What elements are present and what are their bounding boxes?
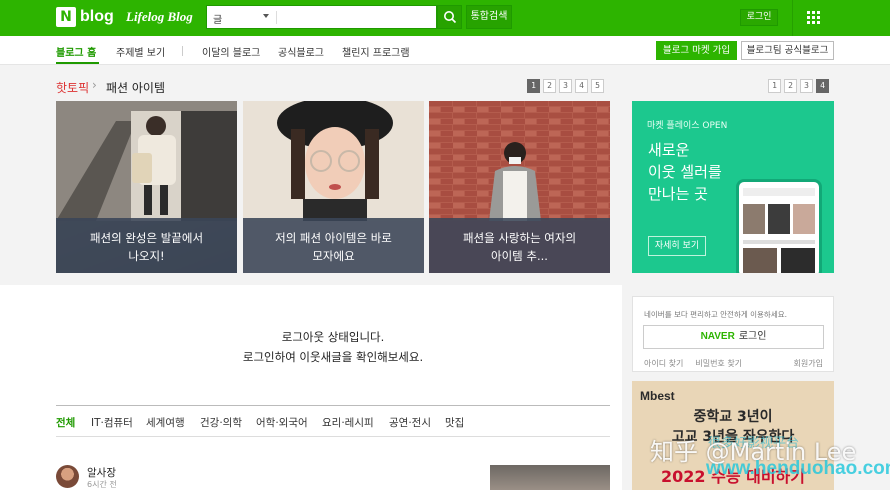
card-photo [429, 101, 610, 221]
login-button[interactable]: 로그인 [740, 9, 778, 26]
mbest-headline-line: 중학교 3년이 [693, 409, 773, 425]
total-search-button[interactable]: 통합검색 [466, 5, 512, 29]
hot-topic-card[interactable]: 저의 패션 아이템은 바로 모자에요 [243, 101, 424, 273]
logout-message-line: 로그아웃 상태입니다. [281, 330, 385, 344]
category-tab-show[interactable]: 공연·전시 [389, 415, 431, 430]
post-thumbnail[interactable] [490, 465, 610, 490]
naver-blog-logo[interactable]: N blog [56, 7, 114, 27]
ad-small-text: 마켓 플레이스 OPEN [647, 121, 728, 131]
post-author[interactable]: 알사장 [87, 465, 116, 480]
naver-login-label: 로그인 [738, 331, 767, 342]
ad-headline-line: 만나는 곳 [648, 185, 708, 203]
page-button[interactable]: 2 [543, 79, 556, 93]
ad-pager: 1 2 3 4 [768, 79, 832, 93]
caption-line: 나오지! [128, 249, 165, 263]
page-button[interactable]: 2 [784, 79, 797, 93]
search-input[interactable] [281, 8, 431, 26]
category-divider [56, 405, 610, 406]
chevron-right-icon: › [92, 78, 97, 92]
category-tab-food[interactable]: 맛집 [445, 415, 464, 430]
market-ad-banner[interactable]: 마켓 플레이스 OPEN 새로운 이웃 셀러를 만나는 곳 자세히 보기 [632, 101, 834, 273]
mbest-brand: Mbest [640, 389, 675, 403]
category-tab-all[interactable]: 전체 [56, 415, 75, 430]
nav-blog-home[interactable]: 블로그 홈 [56, 44, 96, 59]
page-button[interactable]: 4 [575, 79, 588, 93]
caption-line: 패션을 사랑하는 여자의 [462, 231, 577, 245]
phone-illustration [736, 179, 822, 273]
search-icon [444, 11, 457, 24]
ad-headline-line: 새로운 [648, 141, 690, 159]
ad-detail-button[interactable]: 자세히 보기 [648, 236, 706, 256]
chevron-down-icon[interactable] [263, 14, 269, 18]
card-photo [243, 101, 424, 221]
card-photo [56, 101, 237, 221]
logout-message: 로그아웃 상태입니다. 로그인하여 이웃새글을 확인해보세요. [0, 327, 666, 367]
page-button[interactable]: 1 [527, 79, 540, 93]
nav-official-blog[interactable]: 공식블로그 [278, 44, 324, 59]
ad-headline-line: 이웃 셀러를 [648, 163, 722, 181]
avatar[interactable] [56, 465, 79, 488]
nav-active-underline [56, 62, 99, 64]
caption-line: 패션의 완성은 발끝에서 [89, 231, 204, 245]
market-join-button[interactable]: 블로그 마켓 가입 [656, 41, 737, 60]
page-button[interactable]: 3 [800, 79, 813, 93]
header-divider [792, 0, 793, 36]
post-time: 6시간 전 [87, 480, 117, 489]
category-divider [56, 436, 610, 437]
category-tab-it[interactable]: IT·컴퓨터 [91, 415, 133, 430]
join-link[interactable]: 회원가입 [794, 358, 823, 369]
official-blog-button[interactable]: 블로그팀 공식블로그 [741, 41, 834, 60]
login-description: 네이버를 보다 편리하고 안전하게 이용하세요. [644, 310, 788, 319]
page-button[interactable]: 5 [591, 79, 604, 93]
naver-logo: NAVER [700, 331, 735, 342]
login-panel: 네이버를 보다 편리하고 안전하게 이용하세요. NAVER 로그인 아이디 찾기… [632, 296, 834, 372]
nav-divider [182, 46, 183, 56]
naver-n-icon: N [56, 7, 76, 27]
search-button[interactable] [437, 5, 462, 29]
category-tab-health[interactable]: 건강·의학 [200, 415, 242, 430]
ad-headline: 새로운 이웃 셀러를 만나는 곳 [648, 139, 722, 205]
category-tab-travel[interactable]: 세계여행 [146, 415, 185, 430]
hot-topic-pager: 1 2 3 4 5 [527, 79, 607, 93]
find-id-link[interactable]: 아이디 찾기 [644, 359, 683, 368]
page-button[interactable]: 4 [816, 79, 829, 93]
hot-topic-card[interactable]: 패션을 사랑하는 여자의 아이템 추... [429, 101, 610, 273]
find-password-link[interactable]: 비밀번호 찾기 [695, 359, 742, 368]
category-tab-language[interactable]: 어학·외국어 [256, 415, 308, 430]
lifelog-blog-link[interactable]: Lifelog Blog [126, 9, 193, 25]
card-caption: 패션을 사랑하는 여자의 아이템 추... [429, 218, 610, 273]
card-caption: 패션의 완성은 발끝에서 나오지! [56, 218, 237, 273]
search-scope-select[interactable]: 글 [213, 11, 222, 26]
feed-panel [0, 285, 622, 490]
nav-by-topic[interactable]: 주제별 보기 [116, 44, 165, 59]
hot-topic-title[interactable]: 패션 아이템 [106, 79, 165, 96]
caption-line: 저의 패션 아이템은 바로 [275, 231, 392, 245]
nav-challenge-program[interactable]: 챌린지 프로그램 [342, 44, 410, 59]
account-links: 아이디 찾기 비밀번호 찾기 [644, 358, 754, 369]
nav-blog-of-month[interactable]: 이달의 블로그 [202, 44, 260, 59]
logout-message-line: 로그인하여 이웃새글을 확인해보세요. [242, 350, 424, 364]
card-caption: 저의 패션 아이템은 바로 모자에요 [243, 218, 424, 273]
top-header: N blog Lifelog Blog 글 통합검색 로그인 [0, 0, 890, 36]
main-nav: 블로그 홈 주제별 보기 이달의 블로그 공식블로그 챌린지 프로그램 블로그 … [0, 36, 890, 65]
naver-login-button[interactable]: NAVER 로그인 [643, 325, 824, 349]
watermark-url: www.henduohao.com [706, 458, 890, 479]
grid-icon[interactable] [807, 11, 820, 24]
hot-topic-card[interactable]: 패션의 완성은 발끝에서 나오지! [56, 101, 237, 273]
page-button[interactable]: 3 [559, 79, 572, 93]
blog-logo-text: blog [80, 8, 114, 25]
category-tab-cooking[interactable]: 요리·레시피 [322, 415, 374, 430]
caption-line: 모자에요 [312, 249, 355, 263]
caption-line: 아이템 추... [491, 249, 548, 263]
hot-topic-label[interactable]: 핫토픽 [56, 79, 89, 96]
page-button[interactable]: 1 [768, 79, 781, 93]
phone-screen [743, 188, 815, 273]
search-divider [276, 11, 277, 24]
search-box: 글 [206, 5, 437, 29]
